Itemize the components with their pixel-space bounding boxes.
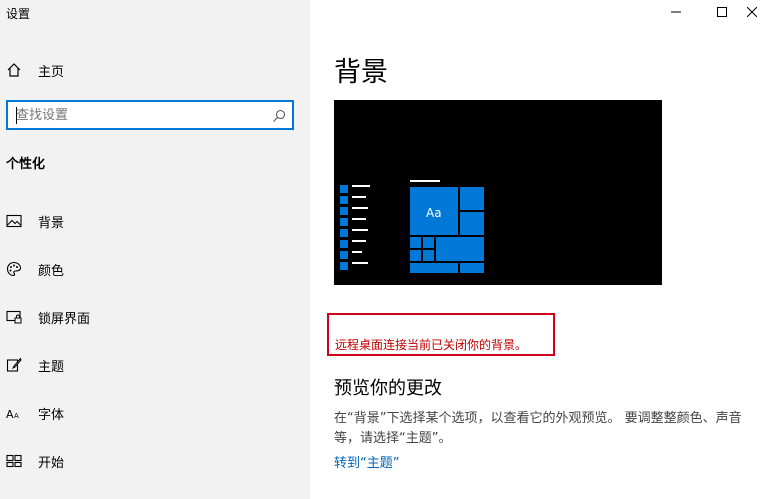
preview-strip-tile <box>340 240 348 248</box>
preview-strip-tile <box>340 251 348 259</box>
svg-text:A: A <box>6 408 14 420</box>
sidebar-item-label: 开始 <box>38 455 65 471</box>
sidebar-item-lock-screen[interactable]: 锁屏界面 <box>0 302 310 332</box>
preview-strip-tile <box>340 229 348 237</box>
sidebar-item-start[interactable]: 开始 <box>0 446 310 476</box>
app-title: 设置 <box>6 7 31 21</box>
preview-small-tile <box>410 237 421 248</box>
section-heading: 个性化 <box>6 157 46 172</box>
preview-strip-line <box>352 185 370 187</box>
minimize-icon <box>671 11 681 13</box>
preview-strip-line <box>352 240 366 242</box>
preview-tile <box>410 263 458 273</box>
preview-strip-line <box>352 262 368 264</box>
preview-strip-line <box>352 229 368 231</box>
preview-tile <box>460 187 484 210</box>
preview-tile <box>460 212 484 235</box>
preview-strip-tile <box>340 185 348 193</box>
sidebar-item-fonts[interactable]: AA 字体 <box>0 398 310 428</box>
sidebar-item-label: 颜色 <box>38 263 65 279</box>
sidebar: 设置 主页 个性化 背景 颜色 锁屏界面 主题 <box>0 0 310 499</box>
preview-heading: 预览你的更改 <box>334 378 442 399</box>
sidebar-item-label: 锁屏界面 <box>38 311 91 327</box>
preview-strip-tile <box>340 196 348 204</box>
sidebar-item-home[interactable]: 主页 <box>0 56 310 84</box>
description-text: 在“背景”下选择某个选项，以查看它的外观预览。 要调整整颜色、声音等，请选择“主… <box>334 411 742 446</box>
close-button[interactable] <box>729 0 775 24</box>
preview-strip-line <box>352 196 366 198</box>
preview-strip-line <box>352 207 368 209</box>
sidebar-item-colors[interactable]: 颜色 <box>0 254 310 284</box>
preview-strip-line <box>352 218 366 220</box>
start-tiles-icon <box>5 452 23 470</box>
page-title: 背景 <box>334 57 388 88</box>
preview-strip-tile <box>340 262 348 270</box>
preview-tile-text: Aa <box>426 206 442 220</box>
go-to-themes-link[interactable]: 转到“主题” <box>334 452 399 471</box>
preview-small-tile <box>423 250 434 261</box>
search-icon[interactable] <box>272 108 286 122</box>
warning-text: 远程桌面连接当前已关闭你的背景。 <box>335 338 528 352</box>
close-icon <box>747 7 757 17</box>
preview-small-tile <box>410 250 421 261</box>
sidebar-item-label: 主题 <box>38 359 65 375</box>
search-box[interactable] <box>6 100 294 130</box>
sidebar-item-label: 字体 <box>38 407 65 423</box>
sidebar-item-background[interactable]: 背景 <box>0 206 310 236</box>
lock-screen-icon <box>5 308 23 326</box>
sidebar-item-themes[interactable]: 主题 <box>0 350 310 380</box>
preview-large-tile: Aa <box>410 187 458 235</box>
home-icon <box>5 61 23 79</box>
content-pane: 背景 Aa 远程桌面连接当前已关闭你的背景。 预览你的更改 在“背景”下选择某个… <box>310 0 775 499</box>
background-preview: Aa <box>334 100 662 285</box>
preview-strip-tile <box>340 218 348 226</box>
maximize-icon <box>717 7 727 17</box>
theme-brush-icon <box>5 356 23 374</box>
minimize-button[interactable] <box>653 0 699 24</box>
search-input[interactable] <box>16 106 266 124</box>
image-icon <box>5 212 23 230</box>
warning-box: 远程桌面连接当前已关闭你的背景。 <box>327 313 555 356</box>
preview-tile <box>460 263 484 273</box>
sidebar-item-label: 主页 <box>38 64 65 80</box>
palette-icon <box>5 260 23 278</box>
preview-top-line <box>410 180 440 182</box>
font-icon: AA <box>5 404 23 422</box>
svg-text:A: A <box>14 412 19 420</box>
preview-small-tile <box>423 237 434 248</box>
preview-wide-tile <box>436 237 484 261</box>
preview-strip-tile <box>340 207 348 215</box>
sidebar-item-label: 背景 <box>38 215 65 231</box>
preview-strip-line <box>352 251 362 253</box>
